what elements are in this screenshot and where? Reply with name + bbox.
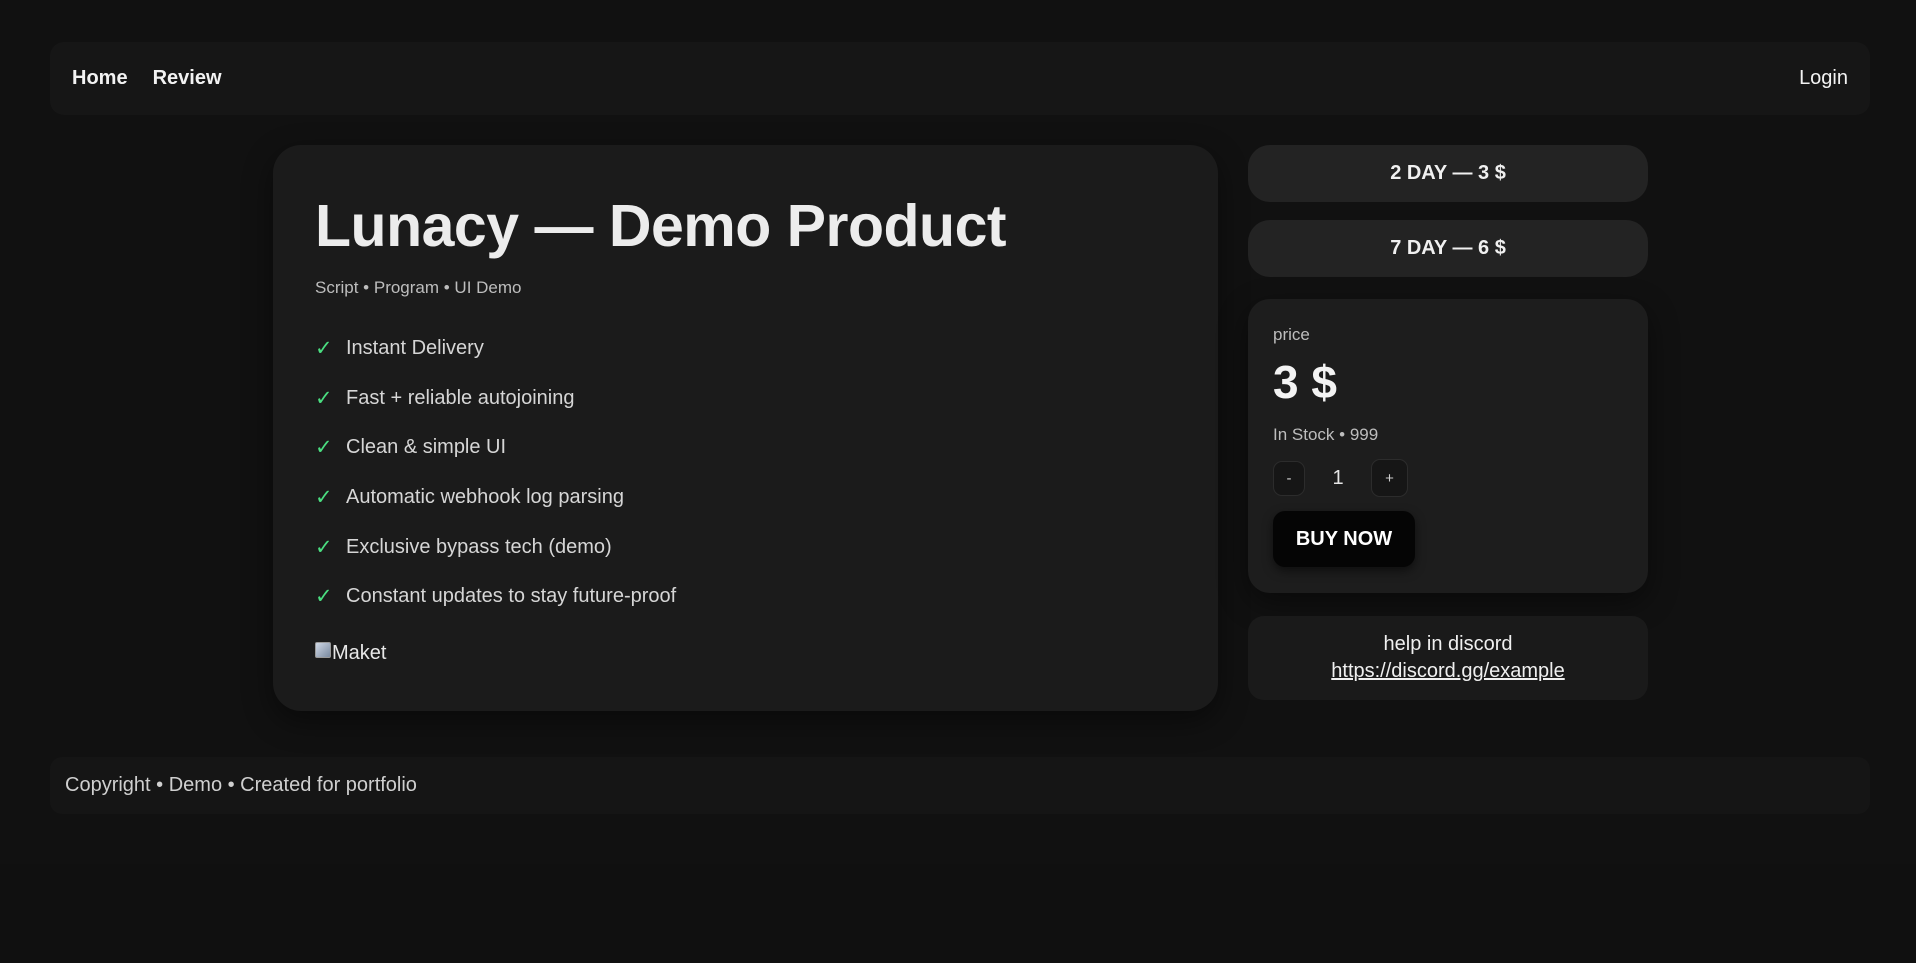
page-bottom-area [0, 864, 1916, 963]
product-subtitle: Script • Program • UI Demo [315, 278, 522, 297]
check-icon: ✓ [315, 585, 333, 609]
price-value: 3 $ [1273, 356, 1337, 408]
option-7-day-button[interactable]: 7 DAY — 6 $ [1248, 220, 1648, 277]
increment-button[interactable]: + [1371, 459, 1408, 497]
help-box: help in discord https://discord.gg/examp… [1248, 616, 1648, 700]
check-icon: ✓ [315, 436, 333, 460]
feature-list: ✓ Instant Delivery ✓ Fast + reliable autoj… [315, 324, 1176, 622]
feature-label: Constant updates to stay future-proof [346, 585, 677, 608]
price-card: price 3 $ In Stock • 999 - 1 + BUY NOW [1248, 299, 1648, 593]
footer-text: Copyright • Demo • Created for portfolio [65, 774, 417, 796]
nav-link-review[interactable]: Review [153, 67, 222, 90]
help-text: help in discord [1383, 633, 1513, 655]
quantity-stepper: - 1 + [1273, 459, 1623, 497]
feature-item: ✓ Exclusive bypass tech (demo) [315, 522, 1176, 572]
top-nav: Home Review Login [50, 42, 1870, 115]
stock-status: In Stock • 999 [1273, 425, 1379, 444]
feature-label: Fast + reliable autojoining [346, 386, 575, 409]
feature-item: ✓ Fast + reliable autojoining [315, 374, 1176, 424]
check-icon: ✓ [315, 337, 333, 361]
feature-label: Clean & simple UI [346, 436, 507, 459]
product-title: Lunacy — Demo Product [315, 193, 1007, 259]
feature-label: Instant Delivery [346, 337, 484, 360]
buy-now-button[interactable]: BUY NOW [1273, 511, 1415, 567]
login-link[interactable]: Login [1799, 67, 1848, 90]
check-icon: ✓ [315, 386, 333, 410]
feature-item: ✓ Instant Delivery [315, 324, 1176, 374]
price-label: price [1273, 325, 1310, 344]
broken-image-icon [315, 642, 331, 659]
feature-label: Automatic webhook log parsing [346, 486, 624, 509]
footer: Copyright • Demo • Created for portfolio [50, 757, 1870, 814]
feature-item: ✓ Clean & simple UI [315, 423, 1176, 473]
check-icon: ✓ [315, 486, 333, 510]
nav-links: Home Review [72, 67, 222, 90]
feature-item: ✓ Constant updates to stay future-proof [315, 572, 1176, 622]
check-icon: ✓ [315, 535, 333, 559]
product-card: Lunacy — Demo Product Script • Program •… [273, 145, 1218, 711]
quantity-value[interactable]: 1 [1305, 467, 1371, 490]
feature-label: Exclusive bypass tech (demo) [346, 535, 612, 558]
discord-link[interactable]: https://discord.gg/example [1331, 658, 1564, 685]
option-2-day-button[interactable]: 2 DAY — 3 $ [1248, 145, 1648, 202]
nav-link-home[interactable]: Home [72, 67, 128, 90]
decrement-button[interactable]: - [1273, 460, 1305, 496]
image-alt-text: Maket [332, 641, 387, 664]
product-image-broken: Maket [315, 642, 1176, 665]
page: Home Review Login Lunacy — Demo Product … [0, 0, 1916, 864]
feature-item: ✓ Automatic webhook log parsing [315, 473, 1176, 523]
